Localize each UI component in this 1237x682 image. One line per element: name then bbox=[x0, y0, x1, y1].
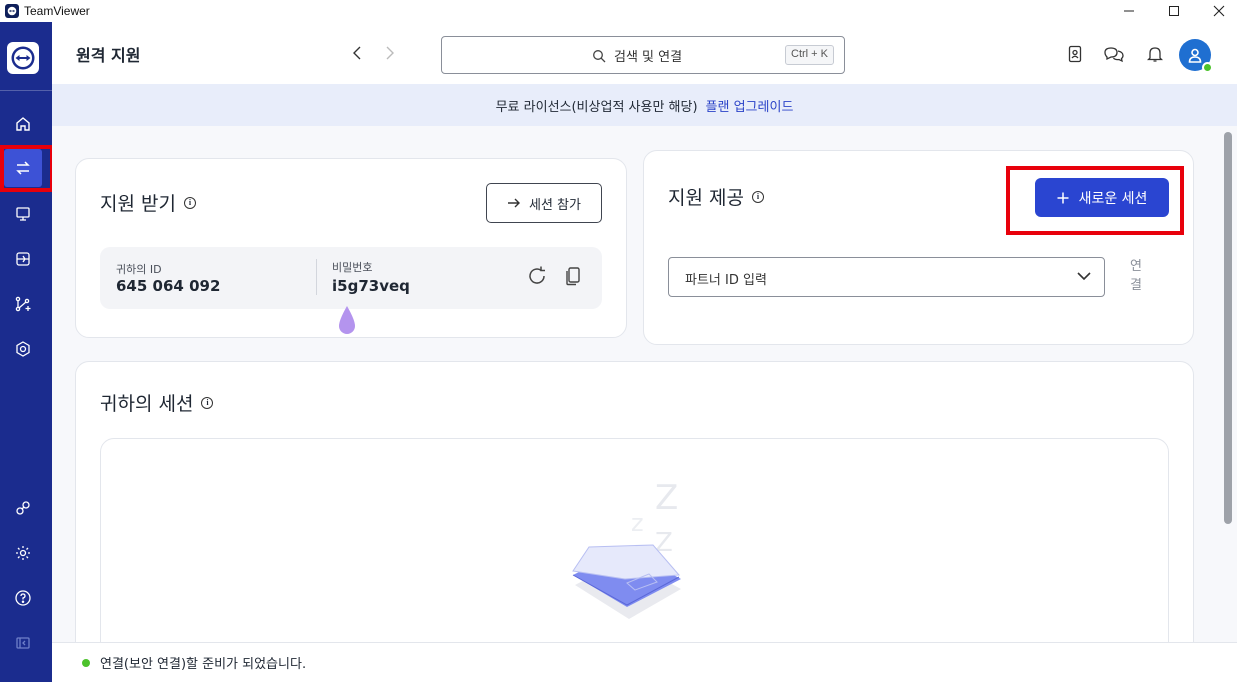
flow-icon[interactable] bbox=[9, 290, 37, 318]
top-bar: 원격 지원 검색 및 연결 Ctrl + K bbox=[52, 22, 1237, 84]
your-sessions-card: 귀하의 세션 i Z Z z bbox=[75, 361, 1194, 681]
back-arrow-icon[interactable] bbox=[348, 44, 366, 62]
license-banner: 무료 라이선스(비상업적 사용만 해당) 플랜 업그레이드 bbox=[52, 84, 1237, 126]
page-title: 원격 지원 bbox=[76, 46, 141, 65]
search-placeholder: 검색 및 연결 bbox=[614, 50, 683, 65]
arrow-right-icon bbox=[508, 198, 520, 208]
refresh-icon[interactable] bbox=[526, 265, 550, 289]
meeting-icon[interactable] bbox=[9, 245, 37, 273]
status-bar: 연결(보안 연결)할 준비가 되었습니다. bbox=[52, 642, 1237, 682]
sleeping-laptop-illustration: Z Z z bbox=[569, 478, 719, 629]
partner-id-input[interactable]: 파트너 ID 입력 bbox=[668, 257, 1105, 297]
contacts-icon[interactable] bbox=[1065, 44, 1085, 64]
info-icon[interactable]: i bbox=[201, 396, 214, 409]
join-session-button[interactable]: 세션 참가 bbox=[486, 183, 602, 223]
status-dot bbox=[82, 658, 90, 667]
user-icon bbox=[1188, 48, 1202, 63]
connect-button[interactable]: 연결 bbox=[1130, 257, 1144, 295]
password-label: 비밀번호 bbox=[332, 261, 373, 274]
teamviewer-logo-icon[interactable] bbox=[7, 42, 39, 74]
status-text: 연결(보안 연결)할 준비가 되었습니다. bbox=[100, 657, 307, 672]
teamviewer-logo-icon bbox=[5, 4, 19, 18]
cursor-drop-icon bbox=[336, 304, 358, 336]
id-label: 귀하의 ID bbox=[116, 263, 162, 276]
receive-support-card: 지원 받기 i 세션 참가 귀하의 ID 645 064 092 비밀번호 i5… bbox=[75, 158, 627, 338]
search-shortcut: Ctrl + K bbox=[785, 45, 834, 65]
window-title: TeamViewer bbox=[24, 4, 90, 18]
sidebar-separator bbox=[0, 90, 52, 91]
your-sessions-title: 귀하의 세션 i bbox=[100, 389, 214, 416]
main-area: 원격 지원 검색 및 연결 Ctrl + K 무료 라이선스(비상업적 사용만 … bbox=[52, 22, 1237, 682]
chevron-down-icon[interactable] bbox=[1076, 268, 1092, 288]
sidebar bbox=[0, 22, 52, 682]
settings-icon[interactable] bbox=[9, 539, 37, 567]
upgrade-plan-link[interactable]: 플랜 업그레이드 bbox=[706, 96, 794, 115]
partner-id-placeholder: 파트너 ID 입력 bbox=[685, 273, 767, 288]
info-icon[interactable]: i bbox=[183, 196, 196, 209]
info-icon[interactable]: i bbox=[751, 190, 764, 203]
help-icon[interactable] bbox=[9, 584, 37, 612]
search-input[interactable]: 검색 및 연결 Ctrl + K bbox=[441, 36, 845, 74]
keys-icon[interactable] bbox=[9, 494, 37, 522]
remote-access-icon[interactable] bbox=[9, 200, 37, 228]
svg-text:z: z bbox=[631, 509, 644, 537]
forward-arrow-icon[interactable] bbox=[381, 44, 399, 62]
maximize-button[interactable] bbox=[1151, 0, 1197, 22]
close-button[interactable] bbox=[1196, 0, 1237, 22]
security-icon[interactable] bbox=[9, 335, 37, 363]
user-avatar[interactable] bbox=[1179, 39, 1213, 73]
chat-icon[interactable] bbox=[1104, 44, 1124, 64]
bell-icon[interactable] bbox=[1145, 44, 1165, 64]
home-icon[interactable] bbox=[9, 110, 37, 138]
online-status-dot bbox=[1202, 62, 1213, 73]
minimize-button[interactable] bbox=[1106, 0, 1152, 22]
svg-text:Z: Z bbox=[655, 479, 678, 518]
license-text: 무료 라이선스(비상업적 사용만 해당) bbox=[495, 99, 698, 115]
divider bbox=[316, 259, 317, 295]
highlight-box-new-session bbox=[1006, 166, 1184, 235]
collapse-icon[interactable] bbox=[9, 629, 37, 657]
copy-icon[interactable] bbox=[562, 265, 586, 289]
id-value: 645 064 092 bbox=[116, 277, 221, 295]
credentials-box: 귀하의 ID 645 064 092 비밀번호 i5g73veq bbox=[100, 247, 602, 309]
search-icon bbox=[593, 49, 606, 62]
highlight-box-sidebar bbox=[0, 145, 54, 192]
receive-support-title: 지원 받기 i bbox=[100, 189, 196, 216]
window-titlebar: TeamViewer bbox=[0, 0, 1237, 22]
scrollbar[interactable] bbox=[1224, 132, 1232, 524]
provide-support-title: 지원 제공 i bbox=[668, 183, 764, 210]
password-value: i5g73veq bbox=[332, 277, 410, 295]
